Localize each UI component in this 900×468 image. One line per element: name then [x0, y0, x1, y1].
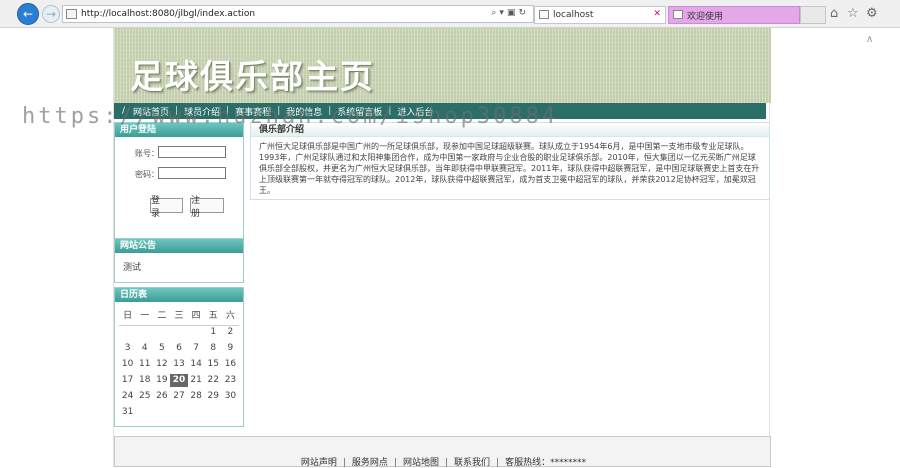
notice-panel-title: 网站公告: [115, 239, 243, 253]
calendar-day-cell[interactable]: 8: [205, 342, 222, 355]
club-intro-box: 俱乐部介绍 广州恒大足球俱乐部是中国广州的一所足球俱乐部，现参加中国足球超级联赛…: [250, 122, 770, 200]
calendar-blank-cell: [170, 326, 187, 339]
favorites-star-icon[interactable]: ☆: [847, 6, 859, 21]
web-page: 足球俱乐部主页 / 网站首页 | 球员介绍 | 赛事赛程 | 我的信息 | 系统…: [113, 28, 772, 468]
site-title: 足球俱乐部主页: [130, 57, 375, 96]
watermark-text: https://www.huzhan.com/ishop30884: [22, 104, 559, 129]
tab-favicon-icon: [673, 10, 683, 19]
footer-links: 网站声明 | 服务网点 | 网站地图 | 联系我们 | 客服热线：********: [115, 455, 772, 468]
calendar-day-cell[interactable]: 7: [188, 342, 205, 355]
calendar-weekday-header: 四: [191, 311, 201, 321]
notice-panel: 网站公告 测试: [114, 238, 244, 283]
calendar-weekday-header: 二: [157, 311, 167, 321]
calendar-day-cell[interactable]: 14: [188, 358, 205, 371]
calendar-day-cell[interactable]: 17: [119, 374, 136, 387]
account-input[interactable]: [158, 146, 226, 158]
register-button[interactable]: 注 册: [190, 196, 224, 219]
tab-welcome[interactable]: 欢迎使用: [668, 6, 800, 24]
home-icon[interactable]: ⌂: [830, 6, 838, 21]
settings-gear-icon[interactable]: ⚙: [866, 6, 878, 21]
calendar-day-cell[interactable]: 25: [136, 390, 153, 403]
calendar-weekday-header: 六: [225, 311, 235, 321]
back-button[interactable]: ←: [17, 3, 39, 25]
calendar-weekday-header: 三: [174, 311, 184, 321]
browser-toolbar: ← → http://localhost:8080/jlbgl/index.ac…: [0, 0, 900, 28]
calendar-day-cell[interactable]: 4: [136, 342, 153, 355]
calendar-panel-title: 日历表: [115, 288, 243, 302]
calendar-day-cell[interactable]: 2: [222, 326, 239, 339]
dropdown-icon[interactable]: ▾: [499, 8, 507, 18]
scrollbar-up-arrow-icon[interactable]: ∧: [866, 34, 873, 45]
tab-label: 欢迎使用: [687, 11, 724, 22]
calendar-day-cell[interactable]: 15: [205, 358, 222, 371]
calendar-day-cell[interactable]: 9: [222, 342, 239, 355]
calendar-day-cell[interactable]: 26: [153, 390, 170, 403]
calendar-day-cell[interactable]: 5: [153, 342, 170, 355]
tab-favicon-icon: [539, 10, 549, 19]
calendar-blank-cell: [136, 326, 153, 339]
address-controls[interactable]: ⌕▾▣↻: [491, 8, 529, 18]
calendar-blank-cell: [119, 326, 136, 339]
forward-arrow-icon: →: [45, 7, 57, 21]
address-url[interactable]: http://localhost:8080/jlbgl/index.action: [81, 9, 255, 19]
compat-view-icon[interactable]: ▣: [507, 8, 519, 18]
calendar-day-cell[interactable]: 29: [205, 390, 222, 403]
calendar-day-cell[interactable]: 23: [222, 374, 239, 387]
close-tab-icon[interactable]: ✕: [653, 9, 661, 19]
calendar-day-cell[interactable]: 10: [119, 358, 136, 371]
calendar-blank-cell: [188, 326, 205, 339]
calendar-day-cell[interactable]: 11: [136, 358, 153, 371]
new-tab-button[interactable]: [800, 6, 826, 24]
login-button[interactable]: 登 录: [150, 196, 183, 219]
calendar-day-cell[interactable]: 22: [205, 374, 222, 387]
address-bar[interactable]: http://localhost:8080/jlbgl/index.action…: [62, 5, 534, 23]
calendar-day-cell[interactable]: 31: [119, 406, 136, 419]
site-banner: 足球俱乐部主页: [114, 28, 771, 103]
calendar-day-cell[interactable]: 19: [153, 374, 170, 387]
refresh-icon[interactable]: ↻: [518, 8, 529, 18]
calendar-day-cell[interactable]: 13: [170, 358, 187, 371]
calendar-day-cell[interactable]: 21: [188, 374, 205, 387]
calendar-day-cell[interactable]: 28: [188, 390, 205, 403]
back-arrow-icon: ←: [22, 7, 34, 21]
calendar-day-cell[interactable]: 18: [136, 374, 153, 387]
tab-localhost[interactable]: localhost ✕: [534, 6, 666, 24]
account-label: 账号：: [135, 149, 159, 158]
calendar-day-cell[interactable]: 30: [222, 390, 239, 403]
calendar-weekday-header: 五: [208, 311, 218, 321]
calendar-weekday-header: 日: [123, 311, 133, 321]
calendar-today-cell[interactable]: 20: [170, 374, 188, 387]
calendar-day-cell[interactable]: 1: [205, 326, 222, 339]
calendar-day-cell[interactable]: 3: [119, 342, 136, 355]
calendar-panel: 日历表 日一二三四五六 1 2 3 4 5 6 7 8 9 10 11 12 13 14 15 16 17 18 19…: [114, 287, 244, 427]
calendar-day-cell[interactable]: 16: [222, 358, 239, 371]
calendar-day-cell[interactable]: 6: [170, 342, 187, 355]
calendar-blank-cell: [153, 326, 170, 339]
calendar-weekday-header: 一: [140, 311, 150, 321]
page-favicon-icon: [66, 9, 77, 19]
password-input[interactable]: [158, 167, 226, 179]
notice-item[interactable]: 测试: [115, 253, 243, 273]
calendar-day-cell[interactable]: 24: [119, 390, 136, 403]
forward-button[interactable]: →: [42, 5, 60, 23]
calendar-day-cell[interactable]: 12: [153, 358, 170, 371]
password-label: 密码：: [135, 170, 159, 179]
tab-label: localhost: [553, 10, 594, 20]
calendar-day-cell[interactable]: 27: [170, 390, 187, 403]
site-footer: 网站声明 | 服务网点 | 网站地图 | 联系我们 | 客服热线：********: [114, 436, 772, 468]
club-intro-text: 广州恒大足球俱乐部是中国广州的一所足球俱乐部，现参加中国足球超级联赛。球队成立于…: [259, 142, 760, 195]
calendar-divider: [119, 325, 239, 326]
calendar-grid: 日一二三四五六 1 2 3 4 5 6 7 8 9 10 11 12 13 14 15 16 17 18 19 20 21…: [119, 310, 239, 419]
